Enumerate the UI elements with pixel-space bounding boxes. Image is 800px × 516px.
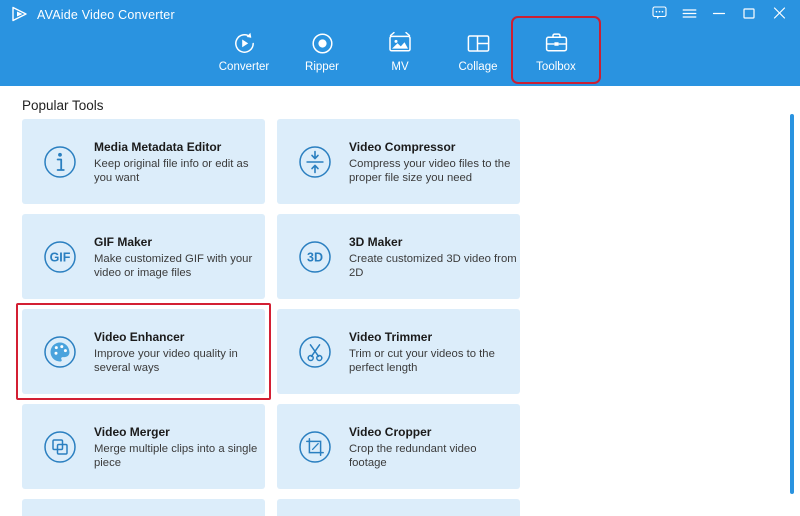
tool-card-text: Video Trimmer Trim or cut your videos to… <box>349 329 517 375</box>
content-area: Popular Tools Media Metadata Editor Keep… <box>0 86 800 516</box>
app-title: AVAide Video Converter <box>37 8 175 22</box>
crop-icon <box>295 427 335 467</box>
tab-collage[interactable]: Collage <box>439 22 517 80</box>
tab-converter[interactable]: Converter <box>205 22 283 80</box>
tab-mv-label: MV <box>391 61 409 73</box>
tab-mv[interactable]: MV <box>361 22 439 80</box>
collage-grid-icon <box>466 30 491 56</box>
title-bar: AVAide Video Converter Converter Ripper … <box>0 0 800 86</box>
tool-card-video-speed-controller[interactable]: Video Speed Controller Speed up or slow … <box>277 499 520 516</box>
window-controls <box>646 2 792 24</box>
tool-title: Video Cropper <box>349 424 432 439</box>
scrollbar-thumb[interactable] <box>790 114 794 494</box>
tool-card-text: Video Cropper Crop the redundant video f… <box>349 424 517 470</box>
info-circle-icon <box>40 142 80 182</box>
tool-title: Video Enhancer <box>94 329 185 344</box>
main-nav-tabs: Converter Ripper MV Collage Toolbox <box>0 16 800 84</box>
minimize-icon[interactable] <box>706 2 732 24</box>
gif-text-icon: GIF <box>40 237 80 277</box>
svg-text:GIF: GIF <box>50 250 71 264</box>
tool-card-text: 3D Maker Create customized 3D video from… <box>349 234 517 280</box>
tab-toolbox-label: Toolbox <box>536 61 576 73</box>
tool-card-color-correction[interactable]: Color Correction Correct your video colo… <box>22 499 265 516</box>
tool-desc: Keep original file info or edit as you w… <box>94 157 249 184</box>
ripper-disc-icon <box>310 30 335 56</box>
tool-title: Media Metadata Editor <box>94 139 222 154</box>
tool-title: Video Merger <box>94 424 170 439</box>
tool-card-text: Video Enhancer Improve your video qualit… <box>94 329 262 375</box>
toolbox-briefcase-icon <box>544 30 569 56</box>
tools-grid: Media Metadata Editor Keep original file… <box>16 119 774 516</box>
scissors-icon <box>295 332 335 372</box>
tool-desc: Crop the redundant video footage <box>349 442 477 469</box>
tool-card-video-cropper[interactable]: Video Cropper Crop the redundant video f… <box>277 404 520 489</box>
tool-card-video-compressor[interactable]: Video Compressor Compress your video fil… <box>277 119 520 204</box>
tab-toolbox[interactable]: Toolbox <box>511 16 601 84</box>
tool-card-video-trimmer[interactable]: Video Trimmer Trim or cut your videos to… <box>277 309 520 394</box>
close-icon[interactable] <box>766 2 792 24</box>
mv-image-icon <box>387 30 413 56</box>
3d-text-icon: 3D <box>295 237 335 277</box>
tab-converter-label: Converter <box>218 61 270 73</box>
palette-icon <box>40 332 80 372</box>
tool-title: Video Trimmer <box>349 329 433 344</box>
tool-desc: Improve your video quality in several wa… <box>94 347 238 374</box>
tool-title: Video Compressor <box>349 139 456 154</box>
tool-card-text: GIF Maker Make customized GIF with your … <box>94 234 262 280</box>
tool-card-video-enhancer[interactable]: Video Enhancer Improve your video qualit… <box>16 303 271 400</box>
tool-card-text: Video Compressor Compress your video fil… <box>349 139 517 185</box>
tool-desc: Merge multiple clips into a single piece <box>94 442 258 469</box>
tool-card-gif-maker[interactable]: GIF GIF Maker Make customized GIF with y… <box>22 214 265 299</box>
tool-card-media-metadata-editor[interactable]: Media Metadata Editor Keep original file… <box>22 119 265 204</box>
tool-desc: Make customized GIF with your video or i… <box>94 252 253 279</box>
tool-desc: Compress your video files to the proper … <box>349 157 511 184</box>
app-window: AVAide Video Converter Converter Ripper … <box>0 0 800 516</box>
feedback-icon[interactable] <box>646 2 672 24</box>
tab-collage-label: Collage <box>458 61 498 73</box>
tool-desc: Trim or cut your videos to the perfect l… <box>349 347 495 374</box>
tool-title: GIF Maker <box>94 234 153 249</box>
tab-ripper[interactable]: Ripper <box>283 22 361 80</box>
merge-squares-icon <box>40 427 80 467</box>
menu-icon[interactable] <box>676 2 702 24</box>
tool-desc: Create customized 3D video from 2D <box>349 252 517 279</box>
content-scrollbar[interactable] <box>789 114 795 508</box>
tool-title: 3D Maker <box>349 234 403 249</box>
tab-ripper-label: Ripper <box>305 61 339 73</box>
converter-icon <box>232 30 257 56</box>
compress-arrows-icon <box>295 142 335 182</box>
tool-card-text: Media Metadata Editor Keep original file… <box>94 139 262 185</box>
tool-card-video-merger[interactable]: Video Merger Merge multiple clips into a… <box>22 404 265 489</box>
maximize-icon[interactable] <box>736 2 762 24</box>
page-title: Popular Tools <box>22 98 104 113</box>
svg-text:3D: 3D <box>307 250 323 264</box>
tool-card-text: Video Merger Merge multiple clips into a… <box>94 424 262 470</box>
tool-card-3d-maker[interactable]: 3D 3D Maker Create customized 3D video f… <box>277 214 520 299</box>
